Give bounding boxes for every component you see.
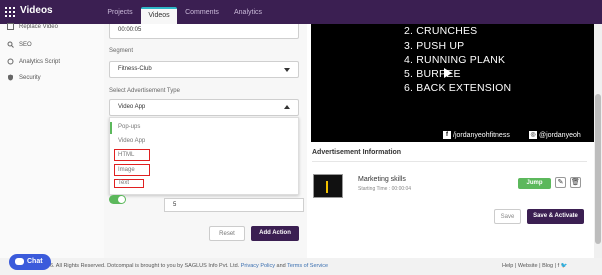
chat-icon xyxy=(15,258,24,265)
sidebar: Replace Video SEO Analytics Script Secur… xyxy=(0,23,104,258)
footer: 6. All Rights Reserved. Dotcompal is bro… xyxy=(0,258,602,275)
scroll-thumb[interactable] xyxy=(595,94,601,244)
segment-select[interactable]: Fitness-Club xyxy=(109,61,299,78)
preview-panel: 2. CRUNCHES 3. PUSH UP 4. RUNNING PLANK … xyxy=(307,24,594,258)
privacy-policy-link[interactable]: Privacy Policy xyxy=(241,263,275,269)
option-text[interactable]: Text xyxy=(118,180,129,186)
action-form: 00:00:05 Segment Fitness-Club Select Adv… xyxy=(104,24,307,258)
sidebar-item-label: Analytics Script xyxy=(19,58,61,65)
adv-type-select[interactable]: Video App xyxy=(109,99,299,116)
replace-icon xyxy=(7,23,14,30)
ad-start-time: Starting Time : 00:00:04 xyxy=(358,186,412,192)
help-link[interactable]: Help xyxy=(502,263,513,269)
add-action-button[interactable]: Add Action xyxy=(251,226,299,241)
video-text-line: 5. BURPEE xyxy=(404,68,461,80)
video-text-line: 2. CRUNCHES xyxy=(404,25,478,37)
blog-link[interactable]: Blog xyxy=(542,263,553,269)
shield-icon xyxy=(7,74,14,81)
instagram-handle: ◎ @jordanyeoh xyxy=(529,131,581,139)
facebook-handle: f /jordanyeohfitness xyxy=(443,131,510,139)
chat-button[interactable]: Chat xyxy=(9,254,51,270)
apps-grid-icon[interactable] xyxy=(5,7,15,17)
footer-copyright: 6. All Rights Reserved. Dotcompal is bro… xyxy=(50,263,329,269)
sidebar-item-seo[interactable]: SEO xyxy=(7,41,32,48)
tab-comments[interactable]: Comments xyxy=(180,6,224,24)
advertisement-heading: Advertisement Information xyxy=(312,149,402,156)
facebook-icon: f xyxy=(443,131,451,139)
sidebar-item-analytics-script[interactable]: Analytics Script xyxy=(7,58,60,65)
active-toggle[interactable] xyxy=(109,195,126,204)
option-popups[interactable]: Pop-ups xyxy=(118,124,140,130)
search-icon xyxy=(7,41,14,48)
sidebar-item-replace-video[interactable]: Replace Video xyxy=(7,23,58,30)
facebook-icon[interactable]: f xyxy=(558,263,560,269)
tab-analytics[interactable]: Analytics xyxy=(228,6,268,24)
instagram-icon: ◎ xyxy=(529,131,537,139)
chevron-down-icon xyxy=(284,68,290,72)
footer-links: Help | Website | Blog | f 🐦 xyxy=(502,263,568,269)
top-header: Videos Projects Videos Comments Analytic… xyxy=(0,0,602,24)
time-input[interactable]: 00:00:05 xyxy=(109,24,299,39)
segment-value: Fitness-Club xyxy=(118,66,152,72)
video-text-line: 6. BACK EXTENSION xyxy=(404,82,512,94)
page-scrollbar[interactable] xyxy=(594,24,602,258)
tab-projects[interactable]: Projects xyxy=(102,6,138,24)
video-text-line: 3. PUSH UP xyxy=(404,40,465,52)
ad-thumbnail xyxy=(313,174,343,198)
ad-title: Marketing skills xyxy=(358,176,406,183)
website-link[interactable]: Website xyxy=(518,263,538,269)
sidebar-item-label: SEO xyxy=(19,41,32,48)
app-title: Videos xyxy=(20,5,53,16)
adv-type-value: Video App xyxy=(118,104,146,110)
chevron-up-icon xyxy=(284,105,290,109)
option-video-app[interactable]: Video App xyxy=(118,138,145,144)
tab-videos[interactable]: Videos xyxy=(141,7,177,24)
divider xyxy=(312,161,587,162)
option-html[interactable]: HTML xyxy=(118,152,134,158)
number-input[interactable]: 5 xyxy=(164,198,304,212)
save-activate-button[interactable]: Save & Activate xyxy=(527,209,584,224)
edit-icon[interactable]: ✎ xyxy=(555,177,566,188)
video-text-line: 4. RUNNING PLANK xyxy=(404,54,506,66)
adv-type-dropdown: Pop-ups Video App HTML Image Text xyxy=(109,117,299,195)
reset-button[interactable]: Reset xyxy=(209,226,245,241)
save-button[interactable]: Save xyxy=(494,209,521,224)
play-icon[interactable] xyxy=(444,68,452,78)
adv-type-label: Select Advertisement Type xyxy=(109,88,180,94)
sidebar-item-label: Security xyxy=(19,74,41,81)
option-image[interactable]: Image xyxy=(118,167,135,173)
terms-link[interactable]: Terms of Service xyxy=(287,263,328,269)
video-player[interactable]: 2. CRUNCHES 3. PUSH UP 4. RUNNING PLANK … xyxy=(311,24,594,142)
segment-label: Segment xyxy=(109,48,134,54)
sidebar-item-label: Replace Video xyxy=(19,23,58,30)
sidebar-item-security[interactable]: Security xyxy=(7,74,41,81)
twitter-icon[interactable]: 🐦 xyxy=(561,263,568,269)
selection-indicator xyxy=(110,122,112,134)
jump-button[interactable]: Jump xyxy=(518,178,551,189)
delete-icon[interactable]: 🗑 xyxy=(570,177,581,188)
script-icon xyxy=(7,58,14,65)
